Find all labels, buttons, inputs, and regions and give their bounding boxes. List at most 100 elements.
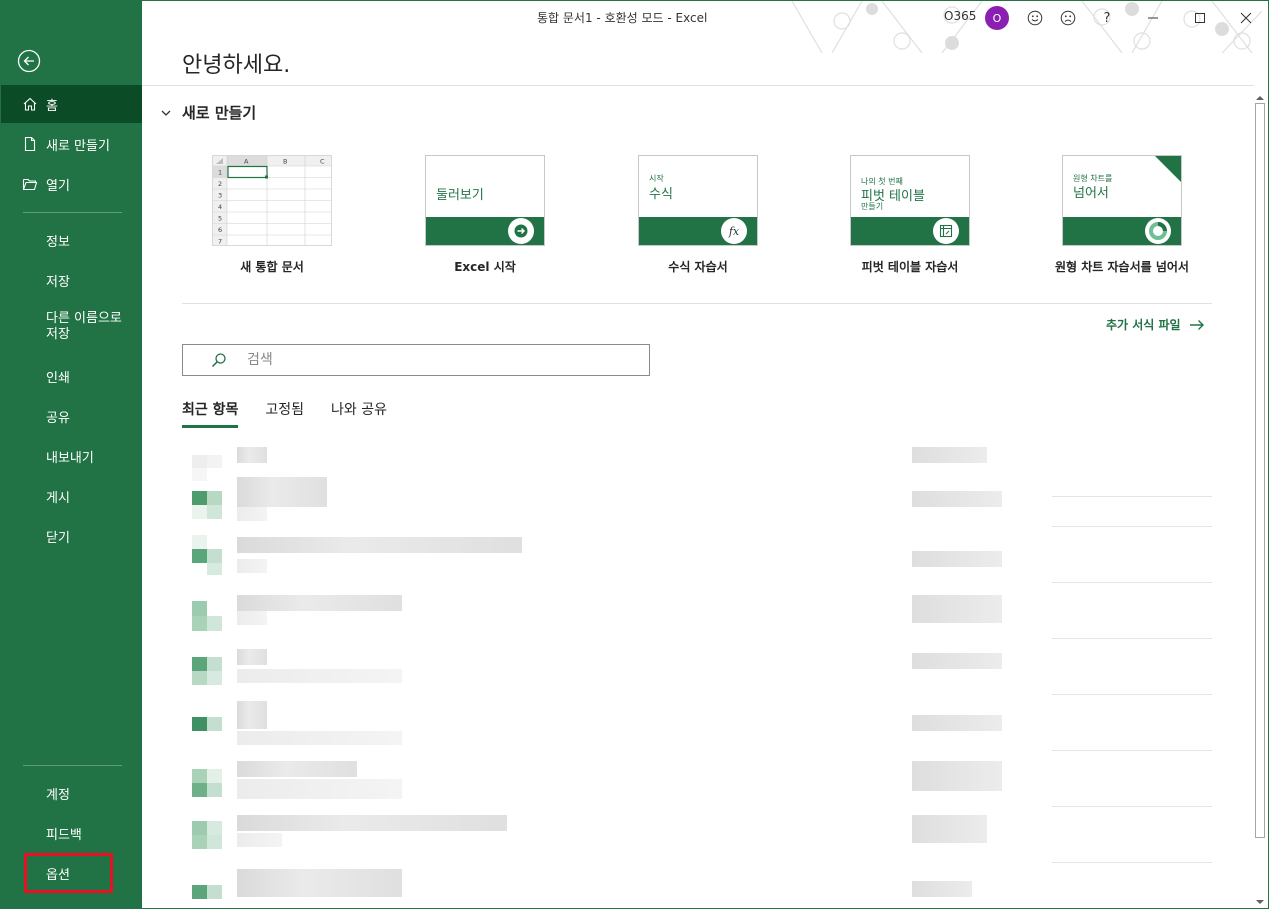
list-item[interactable]: [182, 583, 1212, 639]
file-date-obscured: [912, 815, 987, 843]
sidebar-item-publish[interactable]: 게시: [1, 477, 142, 515]
svg-text:6: 6: [218, 226, 222, 234]
excel-file-icon: [192, 601, 222, 631]
svg-text:C: C: [320, 158, 325, 166]
help-button[interactable]: ?: [1094, 5, 1120, 31]
template-formula-tutorial[interactable]: 시작 수식 fx 수식 자습서: [613, 155, 783, 275]
sidebar-item-export[interactable]: 내보내기: [1, 437, 142, 475]
back-arrow-icon[interactable]: [17, 49, 41, 73]
file-name-obscured: [237, 701, 267, 729]
file-name-obscured: [237, 815, 507, 831]
file-path-obscured: [237, 833, 282, 847]
sidebar-item-share[interactable]: 공유: [1, 397, 142, 435]
greeting-heading: 안녕하세요.: [182, 53, 291, 78]
file-date-obscured: [912, 595, 1002, 623]
template-caption: Excel 시작: [454, 260, 516, 274]
tab-pinned[interactable]: 고정됨: [265, 399, 304, 428]
sidebar-item-new[interactable]: 새로 만들기: [1, 125, 142, 163]
excel-file-icon: [192, 491, 222, 519]
sidebar-item-label: 내보내기: [46, 450, 94, 466]
user-name[interactable]: O365: [944, 9, 976, 23]
avatar[interactable]: O: [985, 6, 1009, 30]
list-item[interactable]: [182, 471, 1212, 527]
template-pie-chart-tutorial[interactable]: 원형 차트를 넘어서 원형 차트 자습서를 넘어서: [1037, 155, 1207, 275]
frown-feedback-icon[interactable]: [1055, 5, 1081, 31]
more-templates-label: 추가 서식 파일: [1106, 318, 1181, 332]
file-path-obscured: [237, 507, 267, 521]
new-section-toggle[interactable]: 새로 만들기: [159, 102, 256, 123]
vertical-scrollbar[interactable]: [1252, 87, 1268, 907]
template-excel-tour[interactable]: 둘러보기 Excel 시작: [400, 155, 570, 275]
template-thumb-big: 넘어서: [1073, 186, 1109, 201]
new-corner-ribbon: [1155, 156, 1181, 182]
sidebar-item-home[interactable]: 홈: [1, 85, 142, 123]
sidebar-item-account[interactable]: 계정: [1, 774, 142, 812]
sidebar-item-options[interactable]: 옵션: [1, 854, 142, 892]
grid-labels: A B C 1 2 3 4 5 6 7: [218, 158, 325, 246]
minimize-button[interactable]: [1140, 5, 1166, 31]
template-thumbnail: 나의 첫 번째 피벗 테이블 만들기: [850, 155, 970, 246]
section-title: 새로 만들기: [182, 104, 257, 122]
scroll-down-icon[interactable]: [1254, 893, 1266, 905]
sidebar-item-label: 피드백: [46, 827, 82, 843]
svg-text:4: 4: [218, 203, 222, 211]
template-thumbnail: 둘러보기: [425, 155, 545, 246]
list-item[interactable]: [182, 807, 1212, 863]
recent-tabs: 최근 항목 고정됨 나와 공유: [182, 399, 414, 428]
template-blank-workbook[interactable]: A B C 1 2 3 4 5 6 7 새 통합 문서: [187, 155, 357, 275]
file-name-obscured: [237, 649, 267, 665]
sidebar-item-label: 저장: [46, 274, 70, 290]
scrollbar-thumb[interactable]: [1255, 103, 1265, 838]
tab-shared-with-me[interactable]: 나와 공유: [331, 399, 387, 428]
svg-text:7: 7: [218, 238, 222, 246]
list-item[interactable]: [182, 751, 1212, 807]
sidebar-item-save-as[interactable]: 다른 이름으로 저장: [1, 304, 142, 350]
more-templates-link[interactable]: 추가 서식 파일: [1106, 316, 1205, 333]
excel-file-icon: [192, 769, 222, 797]
sidebar-item-label: 정보: [46, 234, 70, 250]
arrow-right-icon: [508, 218, 534, 244]
open-folder-icon: [22, 176, 38, 192]
template-pivot-tutorial[interactable]: 나의 첫 번째 피벗 테이블 만들기 피벗 테이블 자습서: [825, 155, 995, 275]
template-thumb-small: 만들기: [861, 202, 884, 211]
smile-feedback-icon[interactable]: [1022, 5, 1048, 31]
list-item[interactable]: [182, 863, 1212, 908]
sidebar-item-label: 공유: [46, 410, 70, 426]
template-thumb-text: 둘러보기: [436, 188, 484, 203]
scroll-up-icon[interactable]: [1254, 89, 1266, 101]
template-caption: 수식 자습서: [668, 260, 728, 274]
sidebar-item-close[interactable]: 닫기: [1, 517, 142, 555]
window-title: 통합 문서1 - 호환성 모드 - Excel: [537, 11, 708, 25]
sidebar-item-save[interactable]: 저장: [1, 261, 142, 299]
file-date-obscured: [912, 447, 987, 463]
search-box[interactable]: [182, 344, 650, 376]
excel-file-icon: [192, 821, 222, 849]
close-button[interactable]: [1233, 5, 1259, 31]
file-name-obscured: [237, 477, 327, 507]
maximize-button[interactable]: [1187, 5, 1213, 31]
list-item[interactable]: [182, 695, 1212, 751]
tab-recent[interactable]: 최근 항목: [182, 399, 239, 428]
arrow-right-icon: [1189, 319, 1204, 330]
file-path-obscured: [237, 669, 402, 683]
sidebar-item-label: 게시: [46, 490, 70, 506]
excel-window: 홈 새로 만들기 열기 정보 저장 다른 이름으로 저장 인쇄 공유 내보내기 …: [0, 0, 1269, 909]
list-item[interactable]: [182, 639, 1212, 695]
sidebar-item-print[interactable]: 인쇄: [1, 357, 142, 395]
file-name-obscured: [237, 761, 357, 777]
sidebar-item-info[interactable]: 정보: [1, 221, 142, 259]
excel-file-icon: [192, 657, 222, 685]
sidebar-item-label: 계정: [46, 787, 70, 803]
sidebar-item-label: 다른 이름으로 저장: [46, 311, 122, 342]
file-date-obscured: [912, 491, 1002, 507]
file-path-obscured: [237, 559, 267, 573]
search-input[interactable]: [247, 352, 627, 368]
file-date-obscured: [912, 715, 1002, 731]
sidebar-item-feedback[interactable]: 피드백: [1, 814, 142, 852]
list-item[interactable]: [182, 527, 1212, 583]
file-date-obscured: [912, 653, 1002, 669]
sidebar-divider: [23, 765, 122, 766]
sidebar-item-open[interactable]: 열기: [1, 165, 142, 203]
template-thumbnail: 원형 차트를 넘어서: [1062, 155, 1182, 246]
file-name-obscured: [237, 537, 522, 553]
